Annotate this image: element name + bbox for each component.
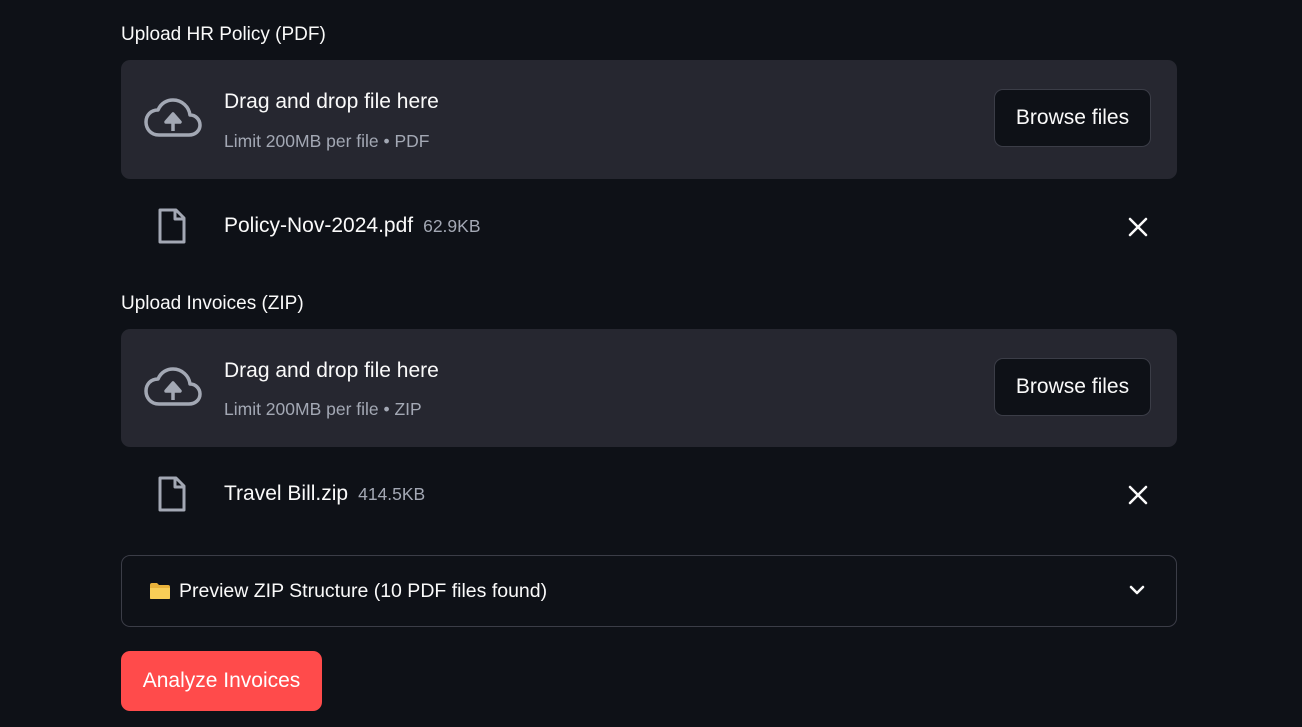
file-icon xyxy=(158,476,186,512)
invoice-browse-button[interactable]: Browse files xyxy=(994,358,1151,416)
invoice-file-name: Travel Bill.zip 414.5KB xyxy=(224,482,425,506)
policy-browse-button[interactable]: Browse files xyxy=(994,89,1151,147)
policy-file-size: 62.9KB xyxy=(423,216,481,236)
policy-file-name: Policy-Nov-2024.pdf 62.9KB xyxy=(224,214,481,238)
invoice-upload-label: Upload Invoices (ZIP) xyxy=(121,293,304,314)
analyze-invoices-button[interactable]: Analyze Invoices xyxy=(121,651,322,711)
policy-dropzone-hint: Limit 200MB per file • PDF xyxy=(224,131,430,151)
invoice-dropzone[interactable]: Drag and drop file here Limit 200MB per … xyxy=(121,329,1177,447)
folder-icon xyxy=(150,583,170,599)
invoice-remove-file-icon[interactable] xyxy=(1125,482,1151,508)
invoice-dropzone-hint: Limit 200MB per file • ZIP xyxy=(224,399,422,419)
invoice-file-name-text: Travel Bill.zip xyxy=(224,482,349,505)
invoice-file-size: 414.5KB xyxy=(358,484,426,504)
policy-dropzone-title: Drag and drop file here xyxy=(224,90,439,113)
cloud-upload-icon xyxy=(144,367,202,406)
invoice-file-row: Travel Bill.zip 414.5KB xyxy=(121,465,1177,525)
chevron-down-icon[interactable] xyxy=(1128,581,1146,599)
file-icon xyxy=(158,208,186,244)
preview-zip-expander[interactable]: Preview ZIP Structure (10 PDF files foun… xyxy=(121,555,1177,627)
invoice-dropzone-title: Drag and drop file here xyxy=(224,359,439,382)
policy-file-name-text: Policy-Nov-2024.pdf xyxy=(224,214,414,237)
policy-file-row: Policy-Nov-2024.pdf 62.9KB xyxy=(121,197,1177,257)
policy-dropzone[interactable]: Drag and drop file here Limit 200MB per … xyxy=(121,60,1177,179)
cloud-upload-icon xyxy=(144,98,202,137)
preview-zip-expander-label: Preview ZIP Structure (10 PDF files foun… xyxy=(179,580,548,602)
policy-upload-label: Upload HR Policy (PDF) xyxy=(121,24,326,45)
policy-remove-file-icon[interactable] xyxy=(1125,214,1151,240)
